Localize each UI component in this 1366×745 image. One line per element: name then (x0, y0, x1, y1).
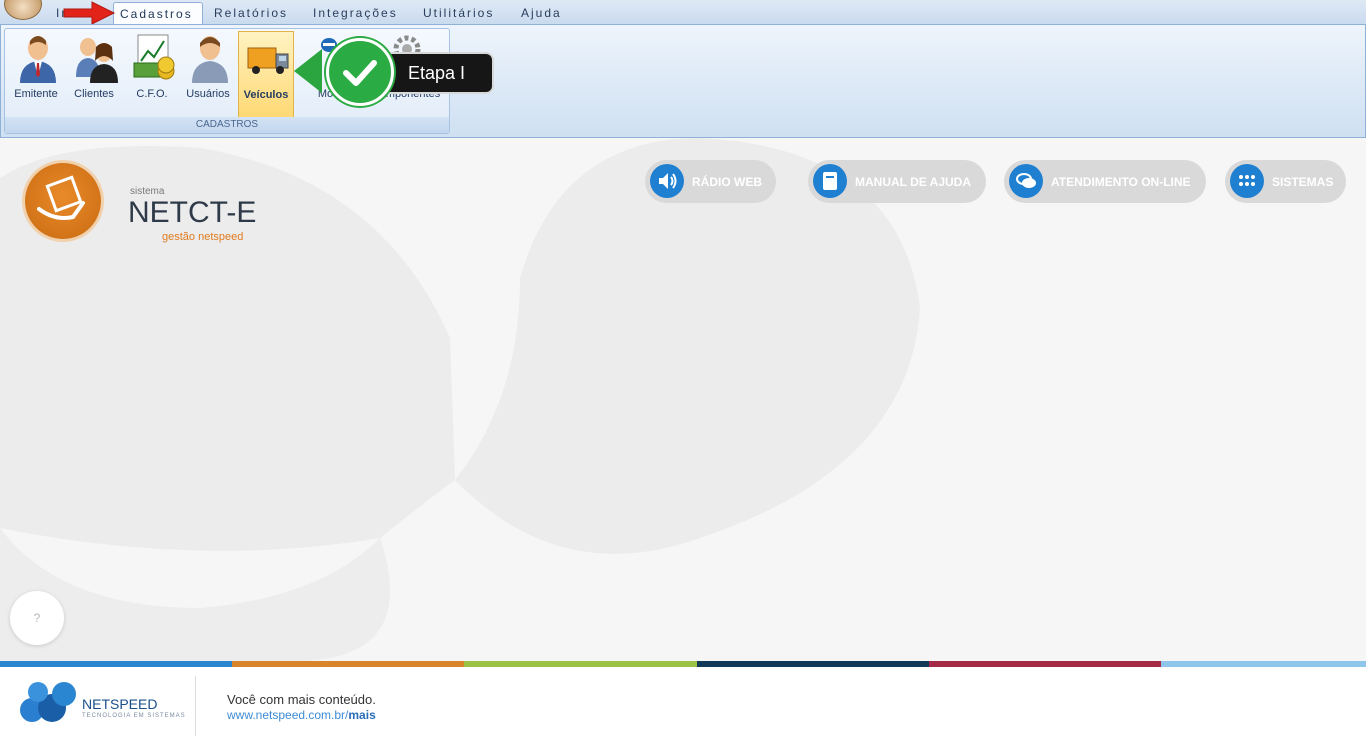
footer-text: Você com mais conteúdo. (227, 692, 376, 707)
usuarios-button[interactable]: Usuários (181, 31, 235, 117)
speaker-icon (650, 164, 684, 198)
money-chart-icon (133, 34, 175, 80)
truck-icon (247, 47, 289, 74)
atendimento-online-button[interactable]: ATENDIMENTO ON-LINE (1004, 160, 1206, 203)
grid-icon (1230, 164, 1264, 198)
clientes-button[interactable]: Clientes (67, 31, 121, 117)
footer-stripe (0, 661, 232, 667)
document-hand-icon (37, 175, 85, 220)
sistemas-button[interactable]: SISTEMAS (1225, 160, 1346, 203)
tab-cadastros-label: Cadastros (120, 7, 193, 21)
product-logo (25, 163, 101, 239)
people-icon (76, 38, 118, 83)
logo-subtitle: gestão netspeed (162, 231, 244, 243)
usuarios-label: Usuários (186, 88, 230, 100)
footer-link-bold: mais (348, 708, 376, 722)
veiculos-button[interactable]: Veículos (238, 31, 294, 119)
footer-tagline: TECNOLOGIA EM SISTEMAS (82, 713, 186, 719)
logo-title: NETCT-E (128, 196, 257, 229)
menu-ajuda[interactable]: Ajuda (521, 6, 562, 20)
user-icon (192, 36, 228, 83)
menu-relatorios[interactable]: Relatórios (214, 6, 288, 20)
footer (0, 661, 1366, 745)
chat-icon (1009, 164, 1043, 198)
clientes-label: Clientes (74, 88, 114, 100)
manual-de-ajuda-label: MANUAL DE AJUDA (855, 175, 972, 189)
emitente-button[interactable]: Emitente (9, 31, 63, 117)
app-orb-button[interactable] (4, 0, 42, 20)
radio-web-label: RÁDIO WEB (692, 175, 762, 189)
help-button[interactable]: ? (10, 591, 64, 645)
callout-label: Etapa I (380, 52, 494, 94)
atendimento-online-label: ATENDIMENTO ON-LINE (1051, 175, 1191, 189)
manual-de-ajuda-button[interactable]: MANUAL DE AJUDA (808, 160, 986, 203)
netspeed-logo-icon (20, 682, 76, 722)
cfo-label: C.F.O. (136, 88, 168, 100)
footer-stripe (697, 661, 929, 667)
footer-link[interactable]: www.netspeed.com.br/mais (227, 708, 376, 722)
cfo-button[interactable]: C.F.O. (125, 31, 179, 117)
menu-bar: Iníc Cadastros Relatórios Integrações Ut… (0, 0, 1366, 25)
person-tie-icon (20, 36, 56, 83)
footer-stripe (1161, 661, 1366, 667)
emitente-label: Emitente (14, 88, 58, 100)
footer-brand: NETSPEED (82, 696, 158, 712)
footer-stripe (464, 661, 697, 667)
book-icon (813, 164, 847, 198)
footer-link-prefix: www.netspeed.com.br/ (227, 708, 349, 722)
callout-arrow-icon (294, 49, 322, 93)
callout-text: Etapa I (408, 63, 466, 83)
menu-utilitarios[interactable]: Utilitários (423, 6, 494, 20)
radio-web-button[interactable]: RÁDIO WEB (645, 160, 776, 203)
ribbon: Emitente Clientes C.F.O. Usuários Veícul… (0, 24, 1366, 138)
red-arrow-icon (63, 1, 116, 25)
tab-cadastros[interactable]: Cadastros (113, 2, 203, 25)
footer-divider (195, 676, 196, 736)
ribbon-group-label: CADASTROS (5, 117, 449, 133)
footer-stripe (232, 661, 464, 667)
sistemas-label: SISTEMAS (1272, 175, 1334, 189)
veiculos-label: Veículos (243, 89, 289, 101)
check-icon (326, 38, 394, 106)
menu-integracoes[interactable]: Integrações (313, 6, 398, 20)
footer-stripe (929, 661, 1161, 667)
